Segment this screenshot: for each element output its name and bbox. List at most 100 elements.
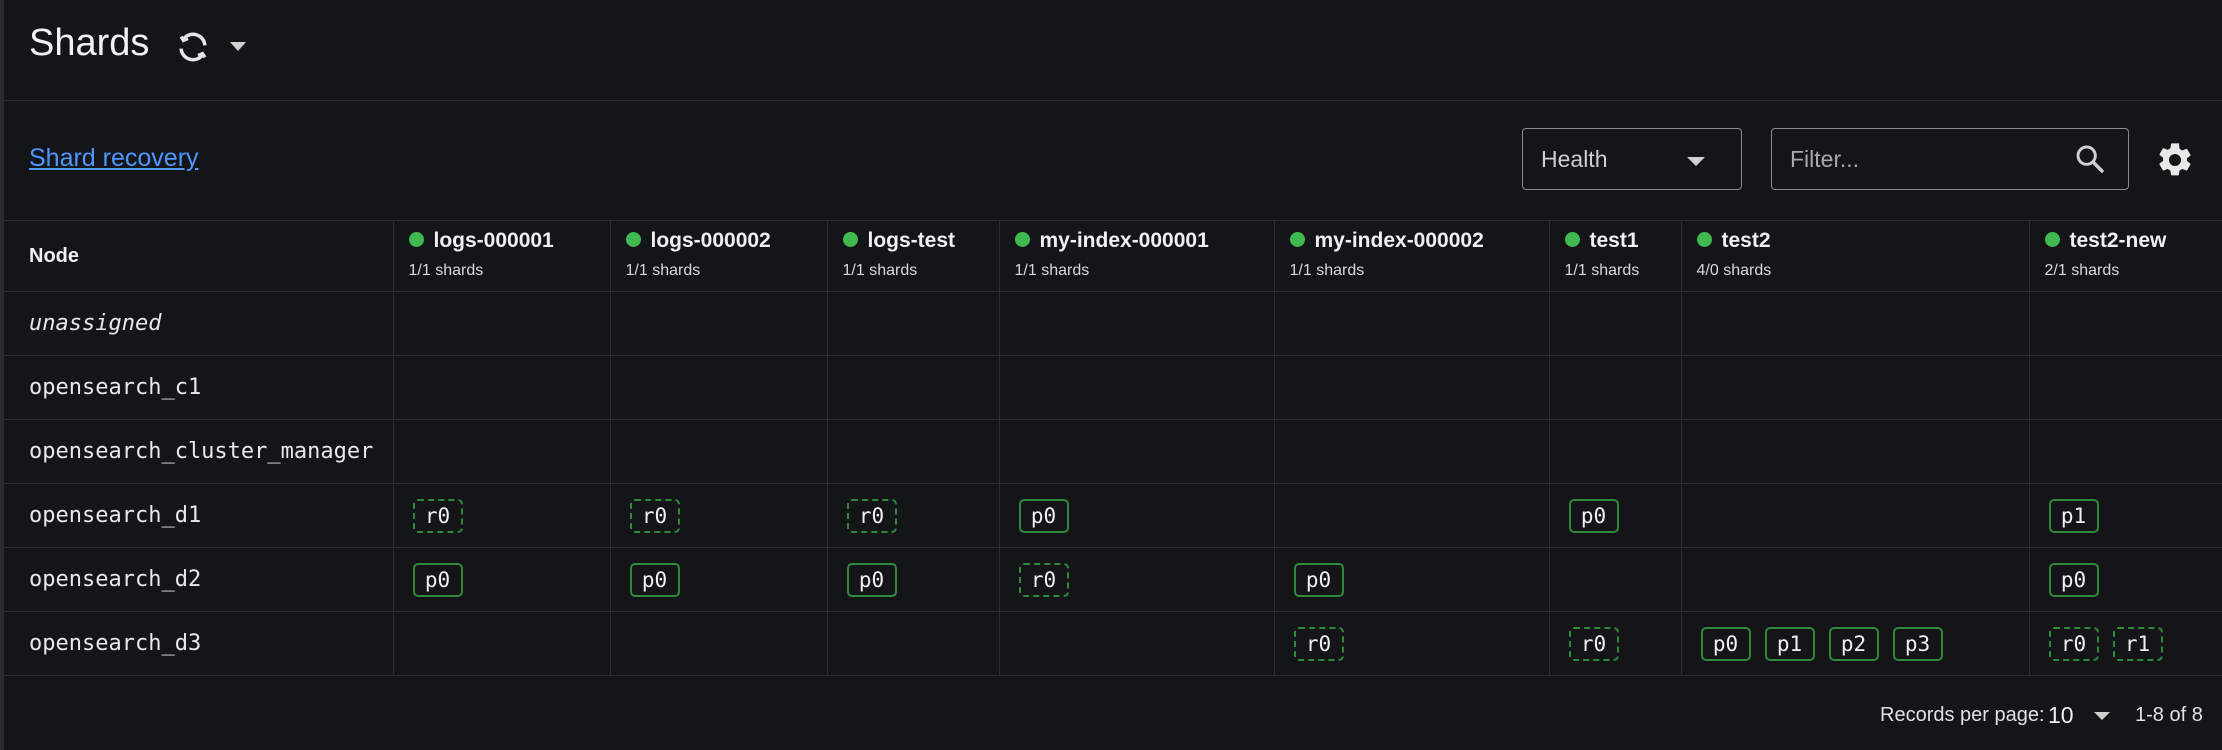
health-status-dot xyxy=(408,231,424,247)
index-name: my-index-000002 xyxy=(1289,229,1549,253)
pagination-bar: Records per page: 10 1-8 of 8 xyxy=(0,680,2222,750)
health-status-dot xyxy=(1696,231,1712,247)
primary-shard-badge[interactable]: p1 xyxy=(2048,498,2099,533)
shard-cell: p0 xyxy=(392,547,611,612)
shard-cell xyxy=(826,611,1000,676)
shard-cell: r0 xyxy=(998,547,1275,612)
index-name: test1 xyxy=(1564,229,1681,253)
replica-shard-badge[interactable]: r0 xyxy=(2048,626,2099,661)
table-row: opensearch_d3 r0 r0 p0 p1 p2 p3 r0 r1 xyxy=(4,611,2222,676)
index-shard-count: 4/0 shards xyxy=(1696,262,1772,279)
primary-shard-badge[interactable]: p0 xyxy=(846,562,897,597)
shard-cell xyxy=(1273,355,1550,420)
replica-shard-badge[interactable]: r0 xyxy=(1293,626,1344,661)
replica-shard-badge[interactable]: r0 xyxy=(846,498,897,533)
index-column-header[interactable]: test1 1/1 shards xyxy=(1548,220,1682,292)
replica-shard-badge[interactable]: r0 xyxy=(629,498,680,533)
shard-cell xyxy=(1548,355,1682,420)
table-row: opensearch_c1 xyxy=(4,355,2222,420)
filter-input[interactable] xyxy=(1790,143,2050,175)
primary-shard-badge[interactable]: p0 xyxy=(2048,562,2099,597)
records-per-page-select[interactable]: 10 xyxy=(2048,702,2074,729)
index-column-header[interactable]: test2 4/0 shards xyxy=(1680,220,2030,292)
index-name-text: logs-test xyxy=(867,229,956,252)
search-icon[interactable] xyxy=(2074,143,2106,175)
index-column-header[interactable]: test2-new 2/1 shards xyxy=(2028,220,2222,292)
shard-cell xyxy=(998,419,1275,484)
shard-cell: r0 xyxy=(609,483,828,548)
shard-cell xyxy=(392,355,611,420)
shard-cell: r0 xyxy=(826,483,1000,548)
index-name: logs-000001 xyxy=(408,229,610,253)
table-row: opensearch_d1 r0 r0 r0 p0 p0 p1 xyxy=(4,483,2222,548)
replica-shard-badge[interactable]: r0 xyxy=(412,498,463,533)
shard-cell: p0 xyxy=(609,547,828,612)
node-name-cell: opensearch_cluster_manager xyxy=(4,419,394,484)
primary-shard-badge[interactable]: p0 xyxy=(629,562,680,597)
index-shard-count: 1/1 shards xyxy=(1289,262,1365,279)
shard-cell xyxy=(2028,419,2222,484)
shard-recovery-link[interactable]: Shard recovery xyxy=(29,144,199,173)
index-shard-count: 1/1 shards xyxy=(1014,262,1090,279)
shard-cell xyxy=(1680,483,2030,548)
health-select-value: Health xyxy=(1541,146,1608,172)
table-row: opensearch_cluster_manager xyxy=(4,419,2222,484)
index-name: logs-test xyxy=(842,229,999,253)
shard-cell xyxy=(392,291,611,356)
shard-cell: p0 xyxy=(998,483,1275,548)
index-shard-count: 1/1 shards xyxy=(842,262,918,279)
node-name-cell: unassigned xyxy=(4,291,394,356)
shard-cell xyxy=(392,419,611,484)
shard-cell xyxy=(609,419,828,484)
node-column-header[interactable]: Node xyxy=(4,220,394,292)
health-status-dot xyxy=(1014,231,1030,247)
index-column-header[interactable]: logs-test 1/1 shards xyxy=(826,220,1000,292)
replica-shard-badge[interactable]: r1 xyxy=(2112,626,2163,661)
pagination-range: 1-8 of 8 xyxy=(2135,704,2203,726)
health-status-dot xyxy=(842,231,858,247)
table-row: unassigned xyxy=(4,291,2222,356)
index-column-header[interactable]: my-index-000002 1/1 shards xyxy=(1273,220,1550,292)
shard-cell xyxy=(1680,355,2030,420)
shard-cell xyxy=(1548,547,1682,612)
shard-cell xyxy=(2028,355,2222,420)
index-name: test2-new xyxy=(2044,229,2222,253)
shard-cell: p0 xyxy=(2028,547,2222,612)
primary-shard-badge[interactable]: p3 xyxy=(1892,626,1943,661)
index-shard-count: 1/1 shards xyxy=(1564,262,1640,279)
index-column-header[interactable]: my-index-000001 1/1 shards xyxy=(998,220,1275,292)
index-name-text: logs-000001 xyxy=(433,229,554,252)
index-shard-count: 1/1 shards xyxy=(408,262,484,279)
index-column-header[interactable]: logs-000002 1/1 shards xyxy=(609,220,828,292)
health-status-dot xyxy=(625,231,641,247)
refresh-icon[interactable] xyxy=(174,28,212,66)
shard-cell xyxy=(1273,291,1550,356)
primary-shard-badge[interactable]: p0 xyxy=(1018,498,1069,533)
primary-shard-badge[interactable]: p1 xyxy=(1764,626,1815,661)
primary-shard-badge[interactable]: p2 xyxy=(1828,626,1879,661)
shard-cell: p0 xyxy=(826,547,1000,612)
filter-field[interactable] xyxy=(1771,128,2129,190)
shard-cell xyxy=(1680,291,2030,356)
health-select[interactable]: Health xyxy=(1522,128,1742,190)
index-column-header[interactable]: logs-000001 1/1 shards xyxy=(392,220,611,292)
replica-shard-badge[interactable]: r0 xyxy=(1568,626,1619,661)
shard-cell xyxy=(998,611,1275,676)
primary-shard-badge[interactable]: p0 xyxy=(1293,562,1344,597)
shard-cell xyxy=(826,355,1000,420)
index-name: test2 xyxy=(1696,229,2029,253)
shard-cell xyxy=(826,419,1000,484)
gear-icon[interactable] xyxy=(2155,140,2195,180)
index-name-text: my-index-000002 xyxy=(1314,229,1484,252)
health-status-dot xyxy=(1289,231,1305,247)
shard-cell: r0 r1 xyxy=(2028,611,2222,676)
primary-shard-badge[interactable]: p0 xyxy=(1568,498,1619,533)
chevron-down-icon[interactable] xyxy=(2094,712,2110,720)
primary-shard-badge[interactable]: p0 xyxy=(1700,626,1751,661)
page-title: Shards xyxy=(29,22,150,64)
refresh-options-chevron-down-icon[interactable] xyxy=(230,42,246,51)
primary-shard-badge[interactable]: p0 xyxy=(412,562,463,597)
replica-shard-badge[interactable]: r0 xyxy=(1018,562,1069,597)
page-header: Shards xyxy=(0,0,2222,101)
index-name-text: logs-000002 xyxy=(650,229,771,252)
